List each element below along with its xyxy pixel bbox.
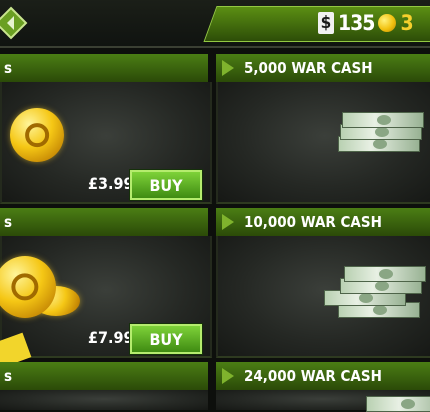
- gold-icon: [378, 14, 397, 32]
- pack-header-label: s: [4, 59, 13, 77]
- buy-button[interactable]: BUY: [130, 324, 202, 354]
- war-cash-pack-card[interactable]: [216, 236, 430, 358]
- back-arrow-icon: [0, 6, 28, 40]
- top-bar: $ 135 3: [0, 0, 430, 48]
- war-cash-header: 24,000 WAR CASH: [216, 362, 430, 390]
- gold-coin-icon: [10, 108, 64, 162]
- pack-header: s: [0, 362, 208, 390]
- gold-pack-card[interactable]: [0, 390, 208, 410]
- pack-price: £7.99: [88, 328, 134, 347]
- back-button[interactable]: [0, 6, 28, 40]
- header-arrow-icon: [222, 60, 234, 76]
- war-cash-header-label: 24,000 WAR CASH: [244, 367, 382, 385]
- pack-header-label: s: [4, 213, 13, 231]
- buy-button[interactable]: BUY: [130, 170, 202, 200]
- pack-header-label: s: [4, 367, 13, 385]
- cash-amount: 135: [338, 11, 375, 35]
- war-cash-header-label: 5,000 WAR CASH: [244, 59, 373, 77]
- gold-amount: 3: [400, 11, 414, 35]
- pack-header: s: [0, 208, 208, 236]
- pack-header: s: [0, 54, 208, 82]
- gold-pack-card[interactable]: £3.99 BUY: [0, 82, 212, 204]
- header-arrow-icon: [222, 368, 234, 384]
- war-cash-pack-card[interactable]: [216, 82, 430, 204]
- cash-icon: $: [318, 12, 334, 34]
- currency-display: $ 135 3: [318, 9, 414, 37]
- war-cash-header-label: 10,000 WAR CASH: [244, 213, 382, 231]
- war-cash-pack-card[interactable]: [216, 390, 430, 412]
- war-cash-header: 5,000 WAR CASH: [216, 54, 430, 82]
- war-cash-header: 10,000 WAR CASH: [216, 208, 430, 236]
- gold-pack-card[interactable]: £7.99 BUY: [0, 236, 212, 358]
- header-arrow-icon: [222, 214, 234, 230]
- pack-price: £3.99: [88, 174, 134, 193]
